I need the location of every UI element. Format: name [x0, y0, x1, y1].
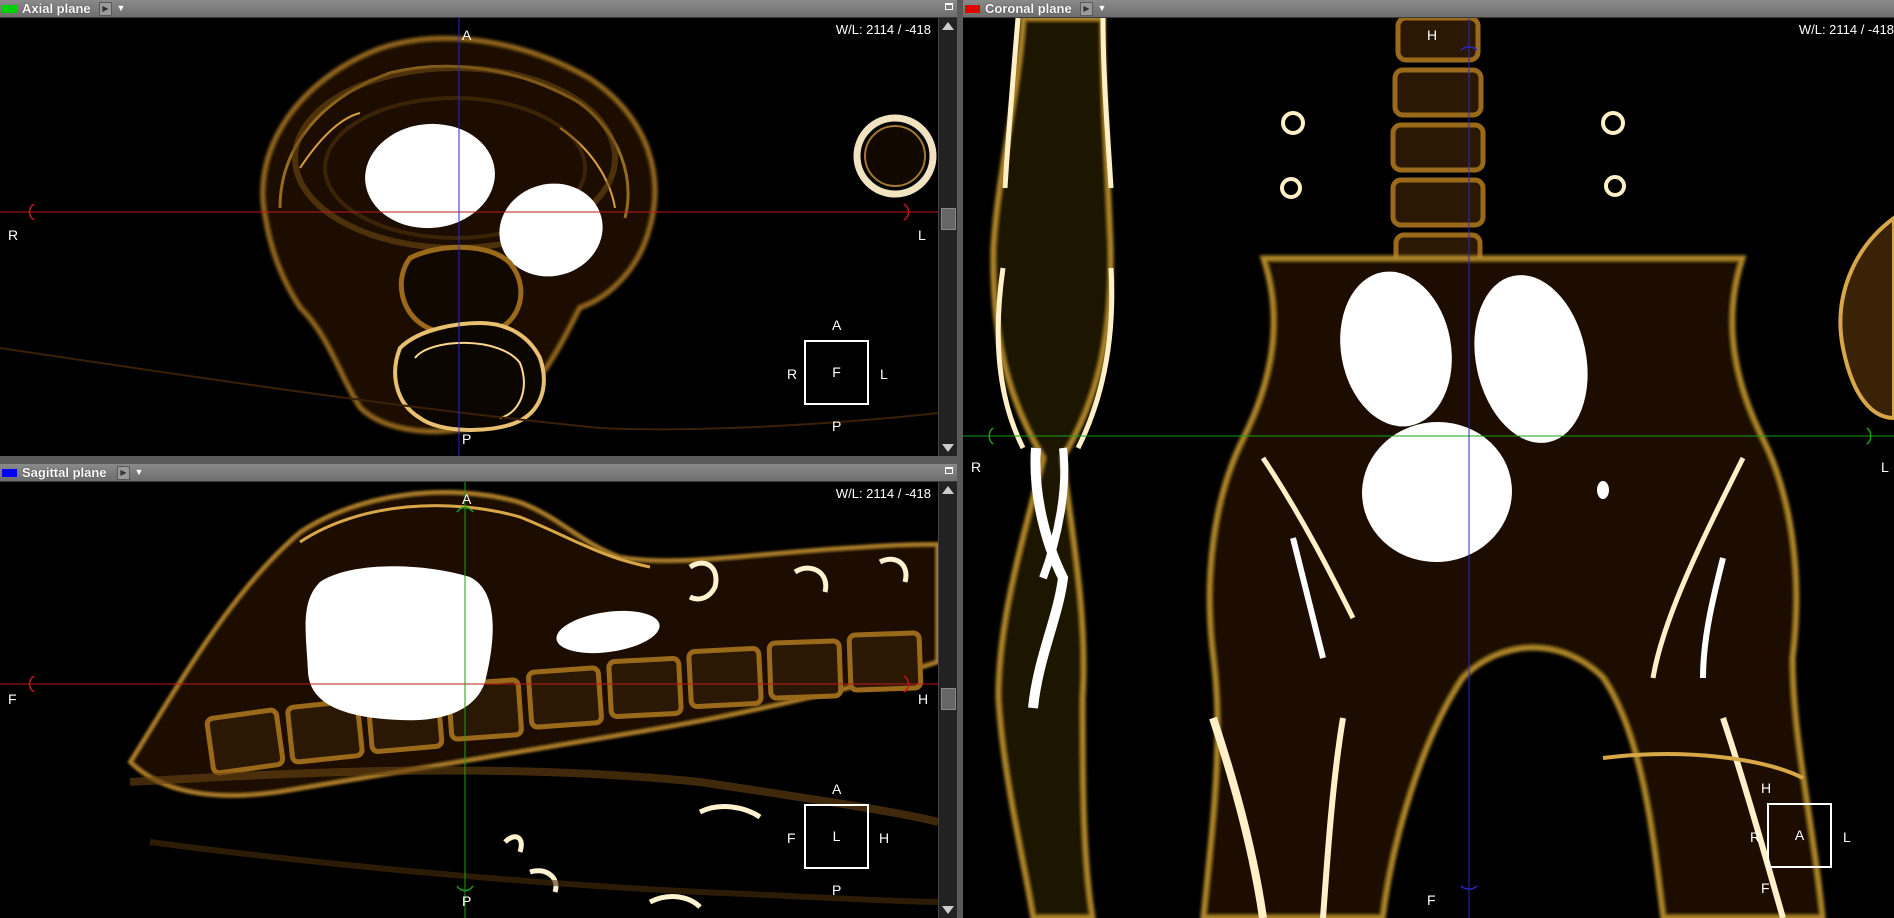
- orientation-cube-bottom: P: [832, 418, 842, 434]
- scroll-down-arrow-icon[interactable]: [942, 444, 954, 452]
- scroll-down-arrow-icon[interactable]: [942, 906, 954, 914]
- orientation-right: H: [918, 691, 929, 707]
- sagittal-viewport[interactable]: W/L: 2114 / -418 A P F H A L P F H: [0, 482, 957, 918]
- orientation-cube: F: [804, 340, 869, 405]
- play-triangle-icon[interactable]: ▶: [1080, 2, 1093, 16]
- orientation-cube: A: [1767, 803, 1832, 868]
- orientation-cube-right: L: [1843, 829, 1851, 845]
- orientation-bottom: P: [462, 431, 472, 447]
- scroll-up-arrow-icon[interactable]: [942, 486, 954, 494]
- window-level-readout: W/L: 2114 / -418: [835, 22, 931, 37]
- orientation-top: A: [462, 27, 472, 43]
- orientation-cube-bottom: P: [832, 882, 842, 898]
- orientation-right: L: [918, 227, 926, 243]
- axial-viewport[interactable]: W/L: 2114 / -418 A P R L A F P R L: [0, 18, 957, 456]
- window-level-readout: W/L: 2114 / -418: [1798, 22, 1894, 37]
- coronal-scan-image: [963, 18, 1894, 918]
- sagittal-color-swatch: [2, 469, 17, 477]
- orientation-cube-left: F: [787, 830, 796, 846]
- axial-panel[interactable]: Axial plane ▶ ▼ W/L: 2114 / -418 A P R L…: [0, 0, 957, 456]
- coronal-panel[interactable]: Coronal plane ▶ ▼ W/L: 2114 / -418 H F R…: [963, 0, 1894, 918]
- play-triangle-icon[interactable]: ▶: [99, 2, 112, 16]
- maximize-window-icon[interactable]: [945, 467, 953, 474]
- sagittal-scan-image: [0, 482, 938, 918]
- sagittal-titlebar: Sagittal plane ▶ ▼: [0, 464, 957, 482]
- orientation-cube-bottom: F: [1761, 880, 1770, 896]
- orientation-left: R: [8, 227, 19, 243]
- scrollbar-thumb[interactable]: [941, 688, 956, 710]
- orientation-cube: L: [804, 804, 869, 869]
- orientation-cube-top: A: [832, 781, 842, 797]
- orientation-cube-right: L: [880, 366, 888, 382]
- orientation-cube-right: H: [879, 830, 890, 846]
- orientation-top: A: [462, 491, 472, 507]
- orientation-right: L: [1881, 459, 1889, 475]
- window-level-readout: W/L: 2114 / -418: [835, 486, 931, 501]
- orientation-cube-top: H: [1761, 780, 1772, 796]
- coronal-title: Coronal plane: [985, 1, 1072, 16]
- orientation-cube-top: A: [832, 317, 842, 333]
- maximize-window-icon[interactable]: [945, 3, 953, 10]
- coronal-titlebar: Coronal plane ▶ ▼: [963, 0, 1894, 18]
- dropdown-triangle-icon[interactable]: ▼: [1096, 1, 1108, 15]
- play-triangle-icon[interactable]: ▶: [117, 466, 130, 480]
- orientation-cube-left: R: [1750, 829, 1761, 845]
- orientation-left: F: [8, 691, 17, 707]
- sagittal-slice-scrollbar[interactable]: [938, 482, 957, 918]
- axial-titlebar: Axial plane ▶ ▼: [0, 0, 957, 18]
- sagittal-title: Sagittal plane: [22, 465, 107, 480]
- panel-divider-horizontal[interactable]: [0, 456, 957, 464]
- axial-color-swatch: [2, 5, 17, 13]
- axial-scan-image: [0, 18, 938, 456]
- axial-title: Axial plane: [22, 1, 91, 16]
- axial-slice-scrollbar[interactable]: [938, 18, 957, 456]
- orientation-top: H: [1427, 27, 1438, 43]
- dropdown-triangle-icon[interactable]: ▼: [115, 1, 127, 15]
- scrollbar-thumb[interactable]: [941, 208, 956, 230]
- dropdown-triangle-icon[interactable]: ▼: [133, 465, 145, 479]
- coronal-color-swatch: [965, 5, 980, 13]
- scroll-up-arrow-icon[interactable]: [942, 22, 954, 30]
- orientation-left: R: [971, 459, 982, 475]
- orientation-bottom: P: [462, 893, 472, 909]
- sagittal-panel[interactable]: Sagittal plane ▶ ▼ W/L: 2114 / -418 A P …: [0, 464, 957, 918]
- orientation-cube-left: R: [787, 366, 798, 382]
- coronal-viewport[interactable]: W/L: 2114 / -418 H F R L H A F R L: [963, 18, 1894, 918]
- orientation-bottom: F: [1427, 892, 1436, 908]
